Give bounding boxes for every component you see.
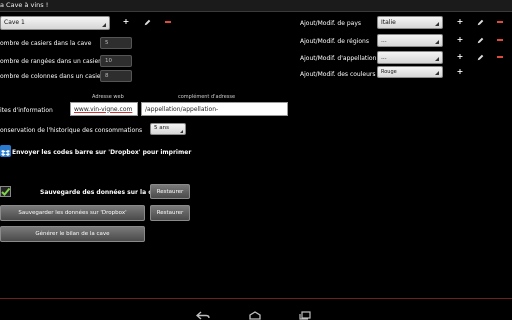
- cave-select[interactable]: Cave 1: [0, 16, 110, 30]
- chevron-down-icon: [435, 40, 439, 44]
- pays-label: Ajout/Modif. de pays: [300, 20, 362, 27]
- appellation-label: Ajout/Modif. d'appellation: [300, 55, 377, 62]
- pays-select[interactable]: Italie: [377, 16, 443, 29]
- plus-icon: +: [456, 17, 464, 26]
- web-complement-input[interactable]: /appellation/appellation-: [141, 102, 288, 116]
- bottom-divider: [0, 298, 512, 299]
- plus-icon: +: [456, 67, 464, 76]
- web-address-header: Adresse web: [92, 94, 124, 100]
- recent-apps-button[interactable]: [298, 305, 312, 320]
- edit-pays-button[interactable]: [476, 18, 484, 26]
- appellation-select-value: ...: [381, 53, 387, 61]
- regions-select-value: ...: [381, 36, 387, 44]
- rangees-label: ombre de rangées dans un casier: [0, 58, 101, 65]
- dropbox-label: Envoyer les codes barre sur 'Dropbox' po…: [12, 149, 192, 156]
- back-button[interactable]: [195, 305, 210, 320]
- save-dropbox-button[interactable]: Sauvegarder les données sur 'Dropbox': [0, 205, 145, 221]
- chevron-down-icon: [435, 57, 439, 61]
- edit-region-button[interactable]: [476, 36, 484, 44]
- minus-icon: [497, 21, 503, 23]
- chevron-down-icon: [435, 22, 439, 26]
- bilan-button[interactable]: Générer le bilan de la cave: [0, 226, 145, 242]
- home-button[interactable]: [248, 305, 262, 320]
- couleurs-select[interactable]: Rouge: [377, 66, 443, 78]
- colonnes-field[interactable]: 8: [100, 70, 132, 82]
- regions-select[interactable]: ...: [377, 34, 443, 47]
- pays-select-value: Italie: [381, 18, 396, 26]
- minus-icon: [497, 39, 503, 41]
- add-couleur-button[interactable]: +: [456, 68, 464, 76]
- chevron-down-icon: [102, 23, 106, 27]
- minus-icon: [165, 21, 171, 23]
- recent-apps-icon: [299, 311, 311, 320]
- web-info-label: ites d'information: [0, 107, 53, 114]
- delete-cave-button[interactable]: [164, 18, 172, 26]
- home-icon: [249, 311, 261, 320]
- edit-appellation-button[interactable]: [476, 53, 484, 61]
- dropbox-restore-button[interactable]: Restaurer: [150, 205, 190, 221]
- back-icon: [195, 311, 210, 320]
- colonnes-label: ombre de colonnes dans un casier: [0, 73, 104, 80]
- navigation-bar: [0, 300, 512, 320]
- dropbox-button[interactable]: [0, 145, 11, 157]
- chevron-down-icon: [435, 71, 439, 75]
- appellation-select[interactable]: ...: [377, 51, 443, 64]
- rangees-field[interactable]: 10: [100, 55, 132, 67]
- title-bar: a Cave à vins !: [0, 0, 512, 12]
- dropbox-icon: [1, 150, 10, 156]
- sd-restore-button[interactable]: Restaurer: [150, 184, 190, 199]
- add-region-button[interactable]: +: [456, 36, 464, 44]
- add-appellation-button[interactable]: +: [456, 53, 464, 61]
- plus-icon: +: [456, 35, 464, 44]
- add-pays-button[interactable]: +: [456, 18, 464, 26]
- web-complement-header: complément d'adresse: [178, 94, 236, 100]
- sd-checkbox[interactable]: [0, 186, 11, 197]
- web-address-input[interactable]: www.vin-vigne.com: [70, 102, 138, 116]
- pencil-icon: [477, 37, 483, 43]
- couleurs-label: Ajout/Modif. des couleurs: [300, 71, 376, 78]
- web-address-value: www.vin-vigne.com: [74, 105, 133, 113]
- window-title: a Cave à vins !: [0, 1, 49, 9]
- cave-select-value: Cave 1: [4, 19, 25, 26]
- casiers-label: ombre de casiers dans la cave: [0, 40, 92, 47]
- checkmark-icon: [1, 187, 11, 196]
- edit-cave-button[interactable]: [143, 18, 151, 26]
- plus-icon: +: [122, 17, 130, 26]
- history-select-value: 5 ans: [154, 125, 169, 132]
- delete-pays-button[interactable]: [496, 18, 504, 26]
- casiers-field[interactable]: 5: [100, 37, 132, 49]
- delete-region-button[interactable]: [496, 36, 504, 44]
- pencil-icon: [144, 19, 150, 25]
- minus-icon: [497, 56, 503, 58]
- regions-label: Ajout/Modif. de régions: [300, 38, 369, 45]
- delete-appellation-button[interactable]: [496, 53, 504, 61]
- plus-icon: +: [456, 52, 464, 61]
- history-label: onservation de l'historique des consomma…: [0, 127, 143, 134]
- add-cave-button[interactable]: +: [122, 18, 130, 26]
- pencil-icon: [477, 54, 483, 60]
- pencil-icon: [477, 19, 483, 25]
- chevron-down-icon: [180, 130, 183, 133]
- couleurs-select-value: Rouge: [381, 68, 397, 75]
- history-select[interactable]: 5 ans: [150, 123, 186, 135]
